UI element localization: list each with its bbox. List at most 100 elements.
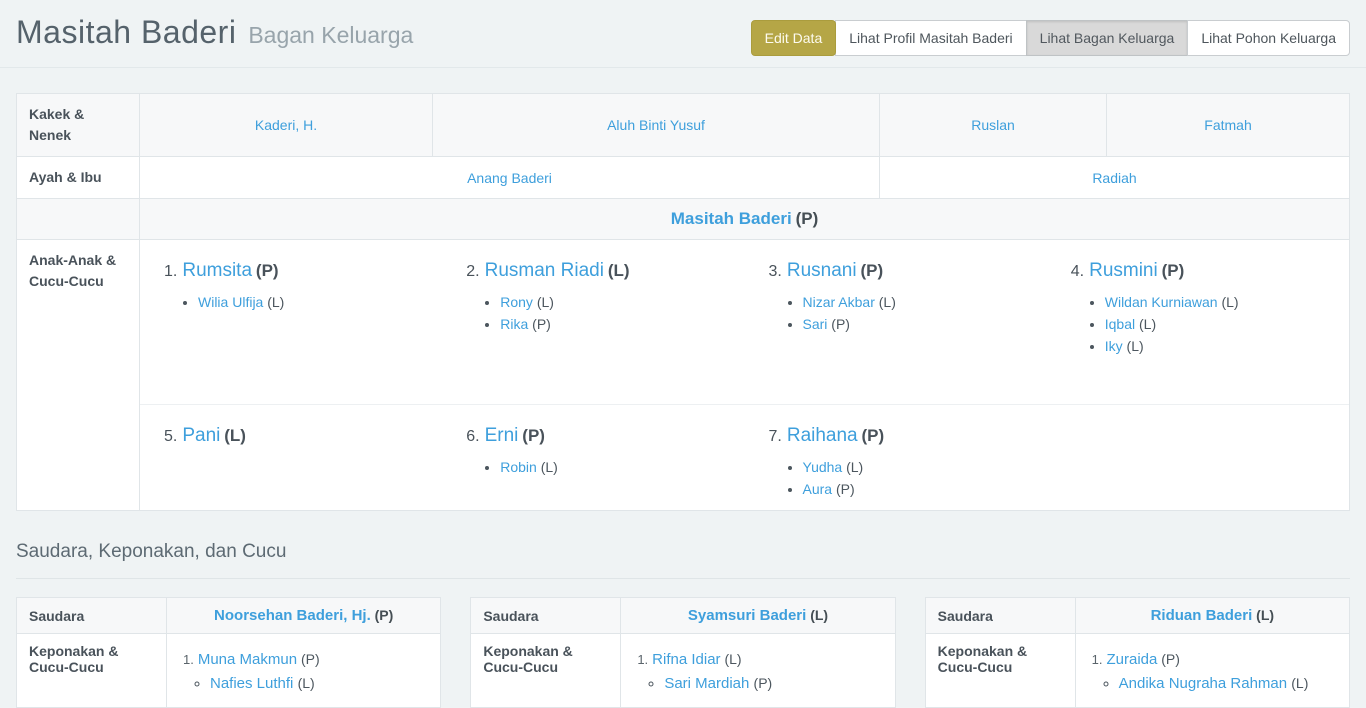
person-row-label-empty <box>17 199 140 240</box>
children-grid-row-1: 1. Rumsita (P) Wilia Ulfija (L) 2. Rusman … <box>140 254 1349 388</box>
grandchild-name-link[interactable]: Yudha <box>803 459 843 475</box>
gender-label: (L) <box>1139 316 1156 332</box>
gender-label: (L) <box>846 459 863 475</box>
nephew-name-link[interactable]: Rifna Idiar <box>652 651 720 668</box>
sibling-table-wrapper: Saudara Noorsehan Baderi, Hj. (P) Kepona… <box>16 597 441 708</box>
gender-label: (L) <box>1221 294 1238 310</box>
nephew-number: 1. <box>1092 652 1103 667</box>
nephews-row-label: Keponakan & Cucu-Cucu <box>471 634 621 708</box>
grandchild-item: Yudha (L) <box>803 456 1033 478</box>
grandchild-item: Rony (L) <box>500 291 730 313</box>
child-number: 1. <box>164 263 177 280</box>
edit-data-button[interactable]: Edit Data <box>751 20 837 56</box>
child-number: 3. <box>769 263 782 280</box>
family-table: Kakek & Nenek Kaderi, H. Aluh Binti Yusu… <box>16 93 1350 511</box>
grandchild-item: Wildan Kurniawan (L) <box>1105 291 1335 313</box>
sibling-tables-container: Saudara Noorsehan Baderi, Hj. (P) Kepona… <box>16 597 1350 708</box>
gender-label: (P) <box>256 261 279 280</box>
child-number: 2. <box>466 263 479 280</box>
grandchild-item: Nizar Akbar (L) <box>803 291 1033 313</box>
nephew-number: 1. <box>183 652 194 667</box>
grandnephew-item: Sari Mardiah (P) <box>664 672 882 695</box>
parents-row-label: Ayah & Ibu <box>17 157 140 199</box>
gender-label: (L) <box>879 294 896 310</box>
child-item: 2. Rusman Riadi (L) Rony (L) Rika (P) <box>442 254 744 335</box>
child-item: 6.Erni (P) Robin (L) <box>442 419 744 478</box>
nephew-name-link[interactable]: Zuraida <box>1107 651 1158 668</box>
sibling-name-link[interactable]: Riduan Baderi <box>1151 607 1253 624</box>
view-tree-button[interactable]: Lihat Pohon Keluarga <box>1187 20 1350 56</box>
child-name-link[interactable]: Rusman Riadi <box>485 260 604 281</box>
nephew-name-link[interactable]: Muna Makmun <box>198 651 297 668</box>
gender-label: (L) <box>267 294 284 310</box>
grandchild-name-link[interactable]: Wildan Kurniawan <box>1105 294 1218 310</box>
sibling-table: Saudara Syamsuri Baderi (L) Keponakan & … <box>470 597 895 708</box>
children-grid-row-2: 5.Pani (L) 6.Erni (P) Robin (L) 7.Raih <box>140 419 1349 500</box>
grandmother-maternal-link[interactable]: Fatmah <box>1204 117 1251 133</box>
grandchild-name-link[interactable]: Rony <box>500 294 533 310</box>
gender-label: (L) <box>1256 607 1274 623</box>
sibling-name-link[interactable]: Syamsuri Baderi <box>688 607 806 624</box>
sibling-table-wrapper: Saudara Syamsuri Baderi (L) Keponakan & … <box>470 597 895 708</box>
gender-label: (P) <box>836 481 855 497</box>
gender-label: (P) <box>532 316 551 332</box>
child-number: 4. <box>1071 263 1084 280</box>
gender-label: (L) <box>541 459 558 475</box>
child-name-link[interactable]: Rusmini <box>1089 260 1158 281</box>
gender-label: (L) <box>810 607 828 623</box>
child-name-link[interactable]: Pani <box>182 425 220 446</box>
person-name-link[interactable]: Masitah Baderi <box>671 209 792 228</box>
header-button-group: Edit Data Lihat Profil Masitah Baderi Li… <box>751 20 1350 56</box>
gender-label: (P) <box>1162 261 1185 280</box>
grandchild-item: Wilia Ulfija (L) <box>198 291 428 313</box>
gender-label: (L) <box>224 426 246 445</box>
sibling-name-link[interactable]: Noorsehan Baderi, Hj. <box>214 607 371 624</box>
child-name-link[interactable]: Erni <box>485 425 519 446</box>
child-item: 3.Rusnani (P) Nizar Akbar (L) Sari (P) <box>745 254 1047 335</box>
gender-label: (P) <box>375 607 394 623</box>
gender-label: (L) <box>608 261 630 280</box>
gender-label: (P) <box>831 316 850 332</box>
gender-label: (P) <box>862 426 885 445</box>
sibling-table-wrapper: Saudara Riduan Baderi (L) Keponakan & Cu… <box>925 597 1350 708</box>
child-name-link[interactable]: Rusnani <box>787 260 857 281</box>
view-profile-button[interactable]: Lihat Profil Masitah Baderi <box>835 20 1026 56</box>
grandchild-item: Rika (P) <box>500 313 730 335</box>
grandnephew-item: Nafies Luthfi (L) <box>210 672 428 695</box>
children-row: Anak-Anak & Cucu-Cucu 1.Rumsita (P) Wili… <box>17 240 1350 511</box>
grandchild-name-link[interactable]: Wilia Ulfija <box>198 294 263 310</box>
grandfather-maternal-link[interactable]: Ruslan <box>971 117 1015 133</box>
gender-label: (P) <box>522 426 545 445</box>
father-link[interactable]: Anang Baderi <box>467 170 552 186</box>
sibling-table: Saudara Noorsehan Baderi, Hj. (P) Kepona… <box>16 597 441 708</box>
grandmother-paternal-link[interactable]: Aluh Binti Yusuf <box>607 117 705 133</box>
nephews-row-label: Keponakan & Cucu-Cucu <box>925 634 1075 708</box>
gender-label: (L) <box>537 294 554 310</box>
child-number: 7. <box>769 428 782 445</box>
page-header: Masitah Baderi Bagan Keluarga Edit Data … <box>0 0 1366 68</box>
grandchild-name-link[interactable]: Rika <box>500 316 528 332</box>
child-item: 4. Rusmini (P) Wildan Kurniawan (L) Iqbal… <box>1047 254 1349 357</box>
child-name-link[interactable]: Raihana <box>787 425 858 446</box>
grandchild-name-link[interactable]: Sari <box>803 316 828 332</box>
grandchild-item: Iky (L) <box>1105 335 1335 357</box>
grandchild-name-link[interactable]: Robin <box>500 459 537 475</box>
grandchild-name-link[interactable]: Iqbal <box>1105 316 1135 332</box>
grandchild-name-link[interactable]: Nizar Akbar <box>803 294 875 310</box>
grandfather-paternal-link[interactable]: Kaderi, H. <box>255 117 317 133</box>
grandchild-name-link[interactable]: Aura <box>803 481 833 497</box>
mother-link[interactable]: Radiah <box>1092 170 1136 186</box>
children-rows-divider <box>140 404 1349 405</box>
gender-label: (L) <box>298 675 315 691</box>
sibling-row-label: Saudara <box>925 598 1075 634</box>
gender-label: (L) <box>724 651 741 667</box>
child-item: 5.Pani (L) <box>140 419 442 456</box>
person-row: Masitah Baderi (P) <box>17 199 1350 240</box>
view-chart-button[interactable]: Lihat Bagan Keluarga <box>1026 20 1189 56</box>
child-name-link[interactable]: Rumsita <box>182 260 252 281</box>
grandnephew-item: Andika Nugraha Rahman (L) <box>1119 672 1337 695</box>
child-item: 1. Rumsita (P) Wilia Ulfija (L) <box>140 254 442 313</box>
nephew-number: 1. <box>637 652 648 667</box>
grandchild-name-link[interactable]: Iky <box>1105 338 1123 354</box>
sibling-row-label: Saudara <box>471 598 621 634</box>
